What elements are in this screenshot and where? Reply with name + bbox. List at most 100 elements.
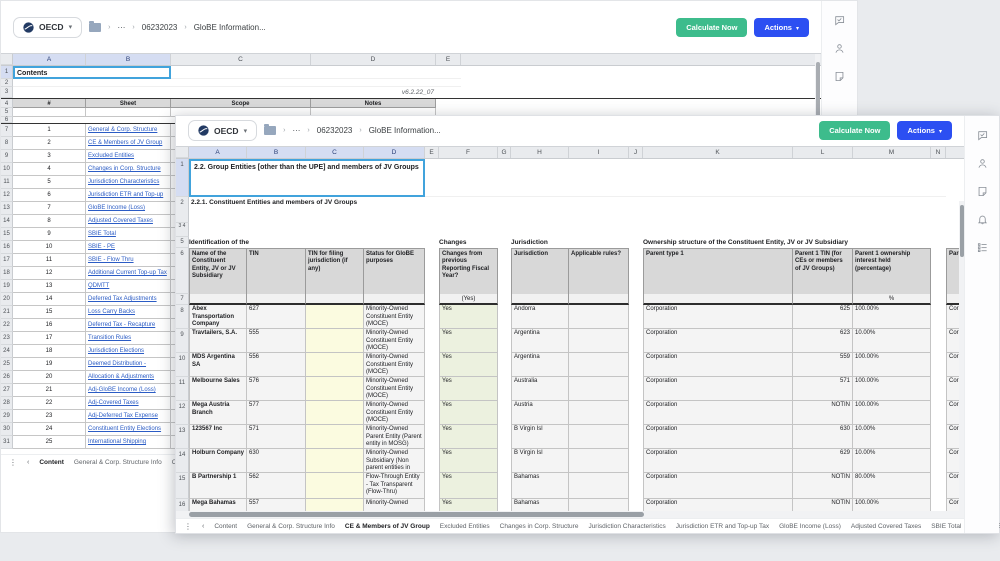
sheet-link[interactable]: Deferred Tax - Recapture	[88, 322, 155, 328]
sheet-link-cell[interactable]: Adj-Deferred Tax Expense	[86, 410, 171, 423]
subheader-cell-pct[interactable]: %	[853, 294, 931, 305]
table-column-header[interactable]: Notes	[311, 99, 436, 108]
cell-jurisdiction[interactable]: Bahamas	[511, 499, 569, 512]
sheet-link-cell[interactable]: International Shipping	[86, 436, 171, 449]
sheet-link-cell[interactable]: GloBE Income (Loss)	[86, 202, 171, 215]
sheet-link[interactable]: Transition Rules	[88, 335, 131, 341]
cell-jurisdiction[interactable]: Austria	[511, 401, 569, 425]
sheet-link[interactable]: SBIE - Flow Thru	[88, 257, 134, 263]
cell-parent_tin[interactable]: NOTIN	[793, 499, 853, 512]
person-icon[interactable]	[834, 43, 845, 54]
cell[interactable]	[425, 159, 946, 197]
cell-tin_filing[interactable]	[306, 499, 364, 512]
row-header[interactable]: 8	[1, 137, 13, 150]
person-icon[interactable]	[977, 158, 988, 169]
note-icon[interactable]	[977, 186, 988, 197]
sheet-number-cell[interactable]: 8	[13, 215, 86, 228]
comment-icon[interactable]	[977, 130, 988, 141]
fg-horizontal-scrollbar[interactable]	[176, 511, 964, 518]
cell-rules[interactable]	[569, 329, 629, 353]
cell[interactable]	[13, 87, 311, 98]
cell-tin[interactable]: 557	[247, 499, 306, 512]
breadcrumb-folder[interactable]: 06232023	[317, 126, 353, 135]
sheet-tab[interactable]: Jurisdiction ETR and Top-up Tax	[676, 523, 769, 530]
cell-pct[interactable]: 80.00%	[853, 473, 931, 499]
comment-icon[interactable]	[834, 15, 845, 26]
cell-contents[interactable]: Contents	[13, 66, 171, 79]
cell-status[interactable]: Minority-Owned Subsidiary (Non parent en…	[364, 449, 425, 473]
sheet-number-cell[interactable]: 18	[13, 345, 86, 358]
sheet-number-cell[interactable]: 25	[13, 436, 86, 449]
header-cell-jurisdiction[interactable]: Jurisdiction	[511, 248, 569, 294]
column-header-H[interactable]: H	[511, 147, 569, 158]
sheet-number-cell[interactable]: 6	[13, 189, 86, 202]
subheader-cell-rules[interactable]	[569, 294, 629, 305]
sheet-link-cell[interactable]: Jurisdiction Characteristics	[86, 176, 171, 189]
cell-name[interactable]: Mega Bahamas	[189, 499, 247, 512]
cell-parent_tin[interactable]: 630	[793, 425, 853, 449]
sheet-link-cell[interactable]: General & Corp. Structure Info	[86, 124, 171, 137]
sheet-link[interactable]: QDMTT	[88, 283, 109, 289]
cell-parent_type1[interactable]: Corporation	[643, 425, 793, 449]
select-all-corner[interactable]	[176, 147, 189, 158]
column-header-D[interactable]: D	[364, 147, 425, 158]
column-header-J[interactable]: J	[629, 147, 643, 158]
sheet-link-cell[interactable]: SBIE Total	[86, 228, 171, 241]
sheet-link[interactable]: International Shipping	[88, 439, 146, 445]
row-header[interactable]: 26	[1, 371, 13, 384]
sheet-link[interactable]: Jurisdiction Characteristics	[88, 179, 159, 185]
sheet-number-cell[interactable]: 7	[13, 202, 86, 215]
cell-name[interactable]: MDS Argentina SA	[189, 353, 247, 377]
cell-rules[interactable]	[569, 401, 629, 425]
cell-jurisdiction[interactable]: Andorra	[511, 305, 569, 329]
sheet-number-cell[interactable]: 2	[13, 137, 86, 150]
cell-parent_type1[interactable]: Corporation	[643, 329, 793, 353]
sheet-link[interactable]: Allocation & Adjustments	[88, 374, 154, 380]
breadcrumb-folder[interactable]: 06232023	[142, 23, 178, 32]
cell-tin_filing[interactable]	[306, 329, 364, 353]
row-header[interactable]: 8	[176, 305, 189, 329]
column-header-G[interactable]: G	[498, 147, 511, 158]
cell-rules[interactable]	[569, 449, 629, 473]
folder-icon[interactable]	[264, 126, 276, 135]
cell-parent_tin[interactable]: 625	[793, 305, 853, 329]
sheet-number-cell[interactable]: 19	[13, 358, 86, 371]
column-header-C[interactable]: C	[171, 54, 311, 65]
subheader-cell-changes[interactable]: (Yes)	[439, 294, 498, 305]
sheet-tab[interactable]: Adjusted Covered Taxes	[851, 523, 921, 530]
row-header[interactable]: 6	[176, 248, 189, 294]
sheet-link-cell[interactable]: Deemed Distribution - Recapture	[86, 358, 171, 371]
table-column-header[interactable]: #	[13, 99, 86, 108]
sheet-link-cell[interactable]: Adjusted Covered Taxes	[86, 215, 171, 228]
cell-rules[interactable]	[569, 499, 629, 512]
row-header[interactable]: 27	[1, 384, 13, 397]
column-header-F[interactable]: F	[439, 147, 498, 158]
sheet-number-cell[interactable]: 4	[13, 163, 86, 176]
cell-pct[interactable]: 100.00%	[853, 499, 931, 512]
row-header[interactable]: 25	[1, 358, 13, 371]
bell-icon[interactable]	[977, 214, 988, 225]
row-header[interactable]: 13	[176, 425, 189, 449]
sheet-link-cell[interactable]: Adj-GloBE Income (Loss)	[86, 384, 171, 397]
column-header-I[interactable]: I	[569, 147, 629, 158]
sheet-link[interactable]: General & Corp. Structure Info	[88, 127, 157, 137]
cell-tin[interactable]: 555	[247, 329, 306, 353]
row-header[interactable]: 16	[176, 499, 189, 512]
sheet-link[interactable]: Deemed Distribution - Recapture	[88, 361, 146, 371]
cell-status[interactable]: Minority-Owned Constituent Entity (MOCE)	[364, 377, 425, 401]
tasks-icon[interactable]	[977, 242, 988, 253]
cell-parent_type1[interactable]: Corporation	[643, 449, 793, 473]
sheet-link-cell[interactable]: Constituent Entity Elections	[86, 423, 171, 436]
row-header[interactable]: 14	[176, 449, 189, 473]
sheet-link-cell[interactable]: CE & Members of JV Group	[86, 137, 171, 150]
cell-tin_filing[interactable]	[306, 305, 364, 329]
column-header-K[interactable]: K	[643, 147, 793, 158]
row-header[interactable]: 19	[1, 280, 13, 293]
row-header[interactable]: 1	[1, 66, 13, 79]
cell-pct[interactable]: 100.00%	[853, 305, 931, 329]
sheet-link[interactable]: Constituent Entity Elections	[88, 426, 161, 432]
row-header[interactable]: 23	[1, 332, 13, 345]
sheet-number-cell[interactable]: 15	[13, 306, 86, 319]
column-header-C[interactable]: C	[306, 147, 364, 158]
cell-name[interactable]: Melbourne Sales	[189, 377, 247, 401]
